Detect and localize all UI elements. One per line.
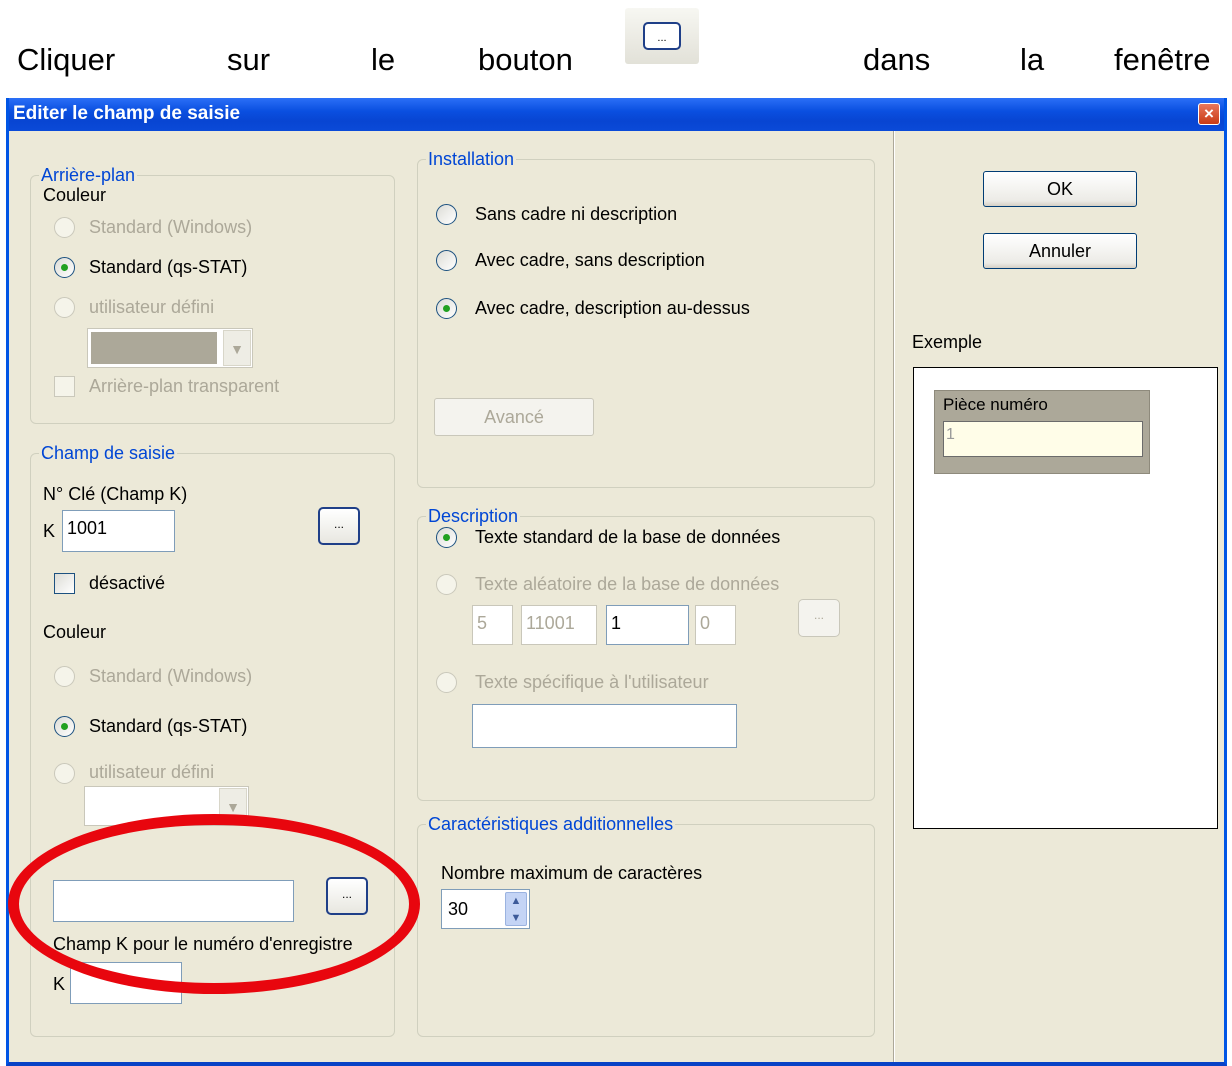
title-bar[interactable]: Editer le champ de saisie × <box>9 98 1224 131</box>
desc-field-3[interactable]: 1 <box>606 605 689 645</box>
example-field-frame: Pièce numéro 1 <box>934 390 1150 474</box>
example-preview: Pièce numéro 1 <box>913 367 1218 829</box>
bg-radio-qsstat[interactable] <box>54 257 75 278</box>
instruction-word-5: dans <box>863 42 931 77</box>
desc-radio-random[interactable] <box>436 574 457 595</box>
instruction-word-6: la <box>1020 42 1045 77</box>
desc-radio-random-label: Texte aléatoire de la base de données <box>475 574 780 594</box>
install-radio-frame-no-desc-label: Avec cadre, sans description <box>475 250 705 270</box>
background-group-title: Arrière-plan <box>39 164 138 186</box>
field-radio-qsstat-label: Standard (qs-STAT) <box>89 716 248 736</box>
instruction-button-illustration: ... <box>625 8 699 64</box>
instruction-word-4: bouton <box>478 42 573 77</box>
bg-radio-qsstat-label: Standard (qs-STAT) <box>89 257 248 277</box>
bg-radio-windows[interactable] <box>54 217 75 238</box>
install-radio-no-frame[interactable] <box>436 204 457 225</box>
chevron-down-icon: ▼ <box>223 330 251 366</box>
bg-transparent-checkbox[interactable] <box>54 376 75 397</box>
field-color-label: Couleur <box>43 622 107 642</box>
key-k-prefix: K <box>43 521 56 541</box>
close-button[interactable]: × <box>1198 103 1220 125</box>
desc-field-2[interactable]: 11001 <box>521 605 597 645</box>
edit-field-dialog: Editer le champ de saisie × Arrière-plan… <box>6 98 1227 1066</box>
example-field-label: Pièce numéro <box>943 395 1048 414</box>
cancel-button[interactable]: Annuler <box>983 233 1137 269</box>
additional-characteristics-group: Caractéristiques additionnelles <box>417 813 875 1037</box>
panel-divider <box>893 131 895 1062</box>
desc-radio-standard-label: Texte standard de la base de données <box>475 527 781 547</box>
dialog-content: Arrière-plan Couleur Standard (Windows) … <box>9 131 1224 1062</box>
dialog-title: Editer le champ de saisie <box>13 103 241 124</box>
instruction-word-1: Cliquer <box>17 42 116 77</box>
install-radio-no-frame-label: Sans cadre ni description <box>475 204 678 224</box>
record-field-input[interactable] <box>53 880 294 922</box>
installation-group-title: Installation <box>426 148 517 170</box>
example-label: Exemple <box>912 332 983 352</box>
field-radio-user-label: utilisateur défini <box>89 762 215 782</box>
field-color-combo[interactable]: ▼ <box>84 786 249 826</box>
advanced-button[interactable]: Avancé <box>434 398 594 436</box>
description-group-title: Description <box>426 505 521 527</box>
record-browse-button[interactable]: ... <box>326 877 368 915</box>
additional-characteristics-title: Caractéristiques additionnelles <box>426 813 676 835</box>
record-k-input[interactable] <box>70 962 182 1004</box>
instruction-word-3: le <box>371 42 396 77</box>
field-radio-qsstat[interactable] <box>54 716 75 737</box>
record-k-field-label: Champ K pour le numéro d'enregistre <box>53 934 353 954</box>
key-browse-button[interactable]: ... <box>318 507 360 545</box>
desc-field-4[interactable]: 0 <box>695 605 736 645</box>
description-group: Description <box>417 505 875 801</box>
field-radio-windows-label: Standard (Windows) <box>89 666 253 686</box>
field-radio-user[interactable] <box>54 763 75 784</box>
deactivated-checkbox[interactable] <box>54 573 75 594</box>
background-color-label: Couleur <box>43 185 107 205</box>
deactivated-label: désactivé <box>89 573 166 593</box>
spin-arrows-icon[interactable]: ▲ ▼ <box>505 892 527 926</box>
record-k-prefix: K <box>53 974 66 994</box>
instruction-word-7: fenêtre <box>1114 42 1211 77</box>
install-radio-frame-desc-above[interactable] <box>436 298 457 319</box>
chevron-down-icon: ▼ <box>219 788 247 824</box>
install-radio-frame-desc-above-label: Avec cadre, description au-dessus <box>475 298 750 318</box>
bg-color-combo[interactable]: ▼ <box>87 328 253 368</box>
max-chars-value: 30 <box>448 899 469 919</box>
bg-radio-user-label: utilisateur défini <box>89 297 215 317</box>
field-radio-windows[interactable] <box>54 666 75 687</box>
close-icon: × <box>1204 104 1214 123</box>
key-number-label: N° Clé (Champ K) <box>43 484 188 504</box>
ok-button[interactable]: OK <box>983 171 1137 207</box>
bg-radio-windows-label: Standard (Windows) <box>89 217 253 237</box>
desc-radio-user-label: Texte spécifique à l'utilisateur <box>475 672 709 692</box>
instruction-word-2: sur <box>227 42 271 77</box>
bg-radio-user[interactable] <box>54 297 75 318</box>
max-chars-spinner[interactable]: 30 ▲ ▼ <box>441 889 530 929</box>
desc-browse-button[interactable]: ... <box>798 599 840 637</box>
desc-radio-user[interactable] <box>436 672 457 693</box>
install-radio-frame-no-desc[interactable] <box>436 250 457 271</box>
desc-radio-standard[interactable] <box>436 527 457 548</box>
max-chars-label: Nombre maximum de caractères <box>441 863 703 883</box>
desc-field-1[interactable]: 5 <box>472 605 513 645</box>
ellipsis-icon: ... <box>643 22 681 50</box>
desc-user-text-input[interactable] <box>472 704 737 748</box>
bg-color-swatch <box>91 332 217 364</box>
key-number-input[interactable]: 1001 <box>62 510 175 552</box>
example-field-input: 1 <box>943 421 1143 457</box>
input-field-group-title: Champ de saisie <box>39 442 178 464</box>
bg-transparent-label: Arrière-plan transparent <box>89 376 280 396</box>
